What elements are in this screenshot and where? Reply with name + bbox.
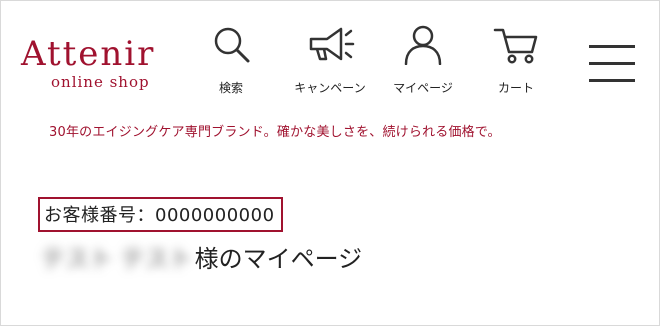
nav-search[interactable]: 検索 [186, 25, 276, 96]
nav-search-label: 検索 [218, 81, 243, 95]
search-icon [214, 27, 250, 63]
hamburger-menu-icon[interactable] [589, 41, 637, 87]
mypage-heading: テスト テスト 様のマイページ [41, 239, 362, 274]
logo-subtitle: online shop [51, 73, 150, 91]
user-icon [404, 25, 442, 65]
nav-cart[interactable]: カート [471, 25, 561, 96]
menu-line [589, 62, 635, 65]
site-logo[interactable]: Attenir online shop [21, 37, 155, 91]
customer-name-blurred: テスト テスト [41, 245, 193, 273]
customer-number: お客様番号：0000000000 [38, 197, 283, 232]
nav-mypage[interactable]: マイページ [378, 25, 468, 96]
nav-campaign[interactable]: キャンペーン [285, 25, 375, 96]
logo-wordmark: Attenir [21, 34, 156, 74]
nav-campaign-label: キャンペーン [294, 81, 366, 95]
nav-mypage-label: マイページ [393, 81, 453, 95]
menu-line [589, 79, 635, 82]
brand-tagline: 30年のエイジングケア専門ブランド。確かな美しさを、続けられる価格で。 [49, 125, 501, 140]
page-frame: Attenir online shop 検索 キャンペーン マイページ カート … [0, 0, 660, 326]
mypage-title-suffix: 様のマイページ [194, 245, 363, 273]
nav-cart-label: カート [497, 81, 534, 95]
megaphone-icon [309, 27, 355, 61]
cart-icon [493, 28, 538, 64]
menu-line [589, 45, 635, 48]
